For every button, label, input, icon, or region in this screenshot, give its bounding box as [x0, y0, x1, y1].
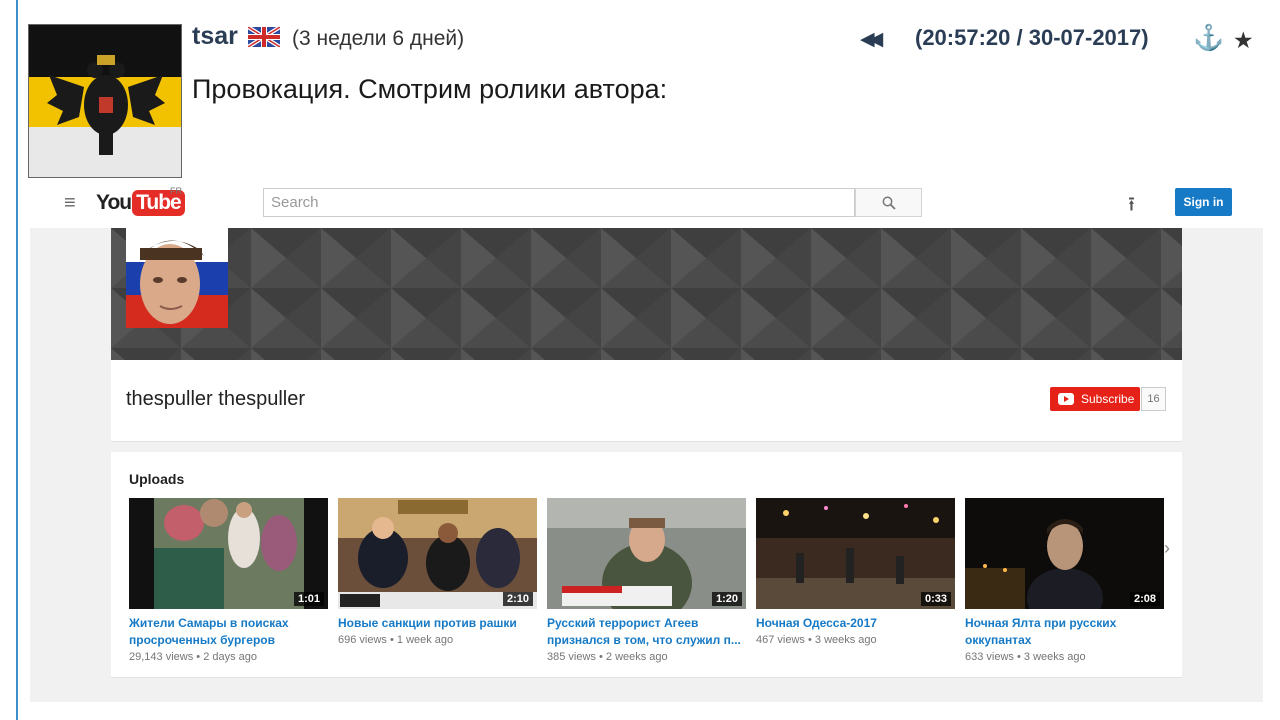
search-button[interactable]	[855, 188, 922, 217]
video-views: 467 views	[756, 634, 805, 646]
video-meta: 29,143 views • 2 days ago	[129, 651, 258, 663]
channel-avatar[interactable]	[126, 228, 228, 328]
video-age: 3 weeks ago	[814, 634, 877, 646]
video-title[interactable]: Ночная Ялта при русских оккупантах	[965, 615, 1164, 649]
logo-you-text: You	[96, 191, 132, 214]
post-user-age: (3 недели 6 дней)	[292, 27, 465, 50]
video-views: 29,143 views	[129, 651, 194, 663]
video-meta: 696 views • 1 week ago	[338, 634, 454, 646]
video-thumbnail[interactable]: 1:20	[547, 498, 746, 609]
video-views: 385 views	[547, 651, 596, 663]
youtube-play-icon	[1058, 393, 1074, 405]
uploads-section: Uploads 1:01 Жители Самары в поисках про…	[111, 452, 1182, 678]
video-duration: 2:10	[502, 592, 533, 606]
channel-name[interactable]: thespuller thespuller	[126, 388, 305, 411]
sign-in-button[interactable]: Sign in	[1175, 188, 1232, 216]
video-meta: 467 views • 3 weeks ago	[756, 634, 877, 646]
video-duration: 1:20	[711, 592, 742, 606]
video-thumbnail[interactable]: 0:33	[756, 498, 955, 609]
upload-icon[interactable]: ⭱	[1128, 190, 1135, 224]
subscriber-count: 16	[1141, 387, 1166, 411]
youtube-screenshot: ≡ You Tube FR Search ⭱ Sign in thespulle…	[30, 182, 1263, 702]
uploads-title[interactable]: Uploads	[129, 471, 184, 487]
post-timestamp[interactable]: (20:57:20 / 30-07-2017)	[915, 25, 1149, 51]
post-username[interactable]: tsar	[192, 22, 238, 51]
video-views: 633 views	[965, 651, 1014, 663]
rewind-icon[interactable]: ◀◀	[860, 28, 883, 51]
channel-header-card: thespuller thespuller Subscribe 16	[111, 360, 1182, 442]
hamburger-menu-icon[interactable]: ≡	[64, 192, 76, 215]
user-avatar[interactable]	[28, 24, 182, 178]
video-duration: 2:08	[1129, 592, 1160, 606]
video-item[interactable]: 2:08 Ночная Ялта при русских оккупантах …	[965, 498, 1164, 664]
video-duration: 1:01	[293, 592, 324, 606]
video-item[interactable]: 1:01 Жители Самары в поисках просроченны…	[129, 498, 328, 664]
video-duration: 0:33	[920, 592, 951, 606]
video-age: 1 week ago	[396, 634, 454, 646]
logo-region: FR	[170, 186, 182, 196]
search-icon	[882, 196, 896, 210]
chevron-right-icon[interactable]: ›	[1164, 538, 1170, 559]
post-left-border	[16, 0, 18, 720]
subscribe-label: Subscribe	[1081, 392, 1135, 406]
video-item[interactable]: 2:10 Новые санкции против рашки 696 view…	[338, 498, 537, 647]
video-title[interactable]: Ночная Одесса-2017	[756, 615, 955, 632]
video-thumbnail[interactable]: 2:10	[338, 498, 537, 609]
youtube-logo[interactable]: You Tube FR	[96, 186, 185, 216]
video-views: 696 views	[338, 634, 387, 646]
uk-flag-icon	[246, 25, 282, 49]
video-title[interactable]: Жители Самары в поисках просроченных бур…	[129, 615, 328, 649]
video-age: 2 weeks ago	[605, 651, 668, 663]
video-thumbnail[interactable]: 2:08	[965, 498, 1164, 609]
video-meta: 385 views • 2 weeks ago	[547, 651, 668, 663]
video-meta: 633 views • 3 weeks ago	[965, 651, 1086, 663]
subscribe-button[interactable]: Subscribe	[1050, 387, 1140, 411]
video-item[interactable]: 1:20 Русский террорист Агеев признался в…	[547, 498, 746, 664]
video-thumbnail[interactable]: 1:01	[129, 498, 328, 609]
search-input[interactable]: Search	[263, 188, 855, 217]
star-icon[interactable]: ★	[1233, 27, 1254, 54]
anchor-icon[interactable]: ⚓	[1193, 24, 1224, 53]
video-age: 3 weeks ago	[1023, 651, 1086, 663]
post-text: Провокация. Смотрим ролики автора:	[192, 74, 668, 104]
youtube-topbar: ≡ You Tube FR Search ⭱ Sign in	[30, 182, 1263, 228]
video-title[interactable]: Новые санкции против рашки	[338, 615, 537, 632]
video-title[interactable]: Русский террорист Агеев признался в том,…	[547, 615, 746, 649]
channel-banner	[111, 228, 1182, 360]
video-age: 2 days ago	[203, 651, 258, 663]
video-item[interactable]: 0:33 Ночная Одесса-2017 467 views • 3 we…	[756, 498, 955, 647]
